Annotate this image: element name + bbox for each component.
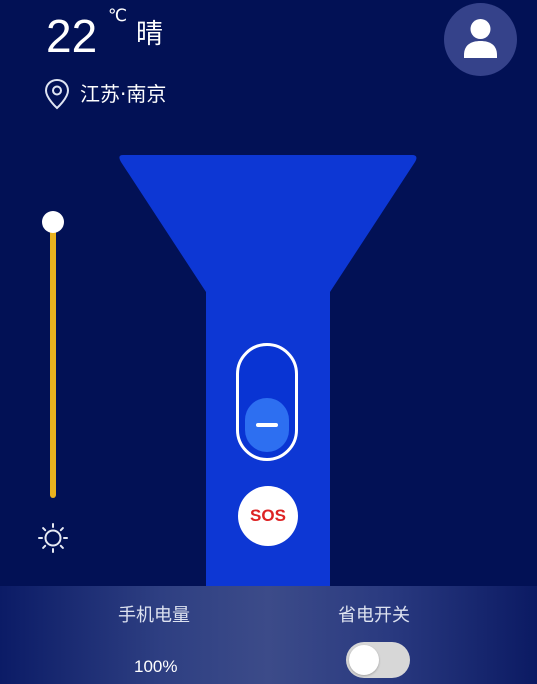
power-save-label: 省电开关 (338, 605, 410, 626)
sun-icon (38, 523, 68, 553)
temperature-unit: ℃ (108, 6, 128, 26)
sos-button[interactable]: SOS (238, 486, 298, 546)
brightness-slider-thumb[interactable] (42, 211, 64, 233)
brightness-slider[interactable] (40, 210, 66, 502)
power-switch-knob[interactable] (245, 398, 289, 452)
power-save-toggle-knob[interactable] (349, 645, 379, 675)
location-text: 江苏·南京 (80, 82, 167, 106)
battery-label: 手机电量 (118, 605, 190, 626)
temperature-value: 22 (46, 10, 98, 62)
user-avatar-icon (464, 19, 497, 58)
weather-condition: 晴 (136, 19, 163, 50)
brightness-slider-track[interactable] (50, 222, 56, 498)
bottom-panel (0, 586, 537, 684)
power-save-toggle[interactable] (346, 642, 410, 678)
flashlight-power-switch[interactable] (236, 343, 298, 461)
map-pin-icon (44, 78, 70, 110)
user-profile-button[interactable] (444, 3, 517, 76)
battery-value: 100% (134, 657, 178, 676)
